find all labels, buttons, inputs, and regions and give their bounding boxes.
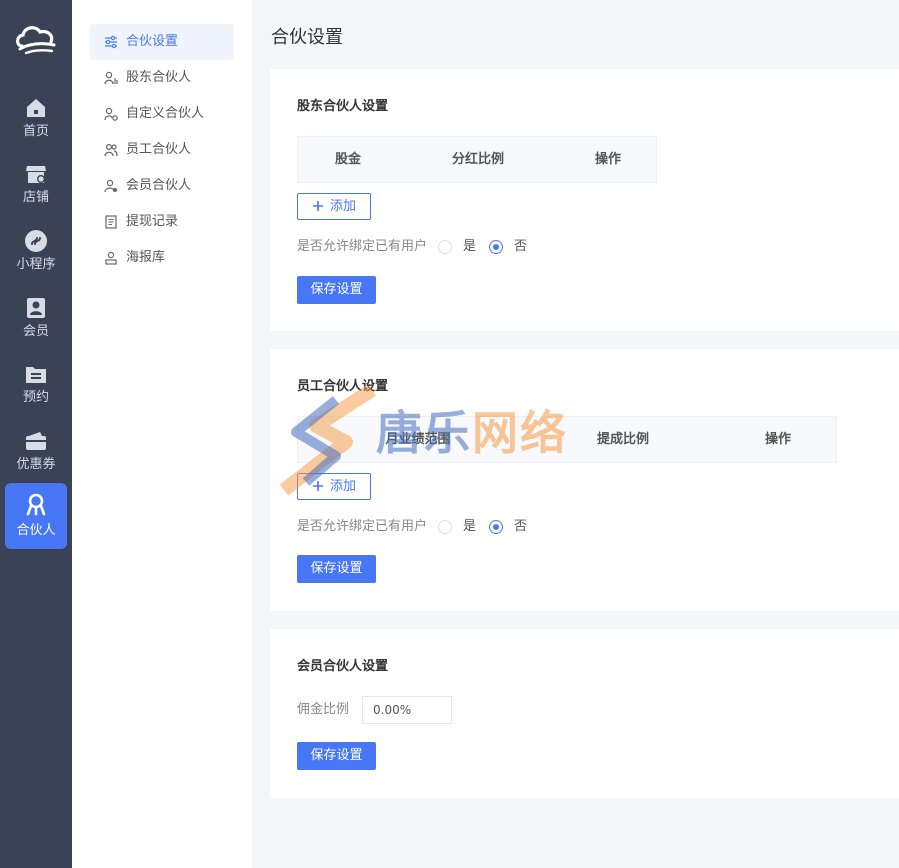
subnav-item-custom-partner[interactable]: 自定义合伙人: [90, 96, 234, 132]
radio-no[interactable]: [489, 520, 503, 534]
miniprogram-icon: [25, 230, 47, 252]
radio-yes-label: 是: [463, 239, 477, 254]
subnav-item-poster-library[interactable]: 海报库: [90, 240, 234, 276]
rail-item-partner[interactable]: 合伙人: [5, 483, 67, 549]
subnav-item-shareholder[interactable]: 股东合伙人: [90, 60, 234, 96]
rail-item-label: 首页: [22, 124, 49, 139]
staff-settings-card: 员工合伙人设置 月业绩范围 提成比例 操作 添加 是否允许绑定已有用户 是 否 …: [270, 349, 899, 611]
rail-item-coupon[interactable]: 优惠券: [5, 419, 67, 481]
shareholder-icon: [104, 71, 118, 85]
card-title: 股东合伙人设置: [297, 99, 389, 114]
save-shareholder-settings-button[interactable]: 保存设置: [297, 276, 376, 304]
column-header: 提成比例: [596, 432, 649, 447]
radio-yes[interactable]: [438, 240, 452, 254]
rail-item-booking[interactable]: 预约: [5, 352, 67, 414]
column-header: 操作: [764, 432, 791, 447]
save-member-settings-button[interactable]: 保存设置: [297, 742, 376, 770]
main-rail: 首页 店铺 小程序 会员 预约 优惠券 合伙人: [0, 0, 72, 868]
main-content: 合伙设置 股东合伙人设置 股金 分红比例 操作 添加 是否允许绑定已有用户 是 …: [252, 0, 899, 868]
column-header: 操作: [594, 152, 621, 167]
cloud-logo-icon[interactable]: [14, 22, 58, 56]
rail-item-label: 小程序: [16, 257, 56, 272]
card-title: 员工合伙人设置: [297, 379, 389, 394]
store-icon: [26, 166, 46, 183]
subnav-item-label: 海报库: [126, 250, 166, 265]
subnav-item-label: 合伙设置: [126, 34, 179, 49]
add-staff-button[interactable]: 添加: [297, 473, 371, 500]
subnav-item-label: 员工合伙人: [126, 142, 192, 157]
staff-icon: [104, 143, 118, 157]
rail-item-label: 会员: [22, 324, 49, 339]
subnav-item-label: 提现记录: [126, 214, 179, 229]
radio-no-label: 否: [514, 239, 528, 254]
commission-ratio-input[interactable]: [362, 696, 452, 724]
shareholder-settings-card: 股东合伙人设置 股金 分红比例 操作 添加 是否允许绑定已有用户 是 否 保存设…: [270, 69, 899, 331]
column-header: 月业绩范围: [385, 432, 451, 447]
staff-table-header: 月业绩范围 提成比例 操作: [297, 416, 837, 463]
subnav-item-label: 会员合伙人: [126, 178, 192, 193]
save-staff-settings-button[interactable]: 保存设置: [297, 555, 376, 583]
subnav-item-partner-settings[interactable]: 合伙设置: [90, 24, 234, 60]
bind-existing-user-label: 是否允许绑定已有用户: [297, 519, 428, 534]
subnav-item-label: 自定义合伙人: [126, 106, 205, 121]
radio-no-label: 否: [514, 519, 528, 534]
rail-item-label: 合伙人: [16, 523, 56, 538]
bind-existing-user-option: 是否允许绑定已有用户 是 否: [297, 517, 557, 537]
subnav-item-staff-partner[interactable]: 员工合伙人: [90, 132, 234, 168]
bind-existing-user-option: 是否允许绑定已有用户 是 否: [297, 237, 557, 257]
commission-ratio-label: 佣金比例: [297, 702, 350, 717]
rail-item-miniprogram[interactable]: 小程序: [5, 219, 67, 281]
column-header: 股金: [334, 152, 361, 167]
rail-item-label: 预约: [22, 390, 49, 405]
rail-item-member[interactable]: 会员: [5, 286, 67, 348]
shareholder-table-header: 股金 分红比例 操作: [297, 136, 657, 183]
add-button-label: 添加: [330, 479, 357, 494]
member-icon: [27, 298, 45, 318]
bind-existing-user-label: 是否允许绑定已有用户: [297, 239, 428, 254]
booking-icon: [26, 367, 46, 383]
add-button-label: 添加: [330, 199, 357, 214]
custom-partner-icon: [104, 107, 118, 121]
rail-item-label: 优惠券: [16, 457, 56, 472]
radio-yes-label: 是: [463, 519, 477, 534]
plus-icon: [313, 201, 323, 211]
coupon-icon: [26, 432, 46, 450]
member-settings-card: 会员合伙人设置 佣金比例 保存设置: [270, 629, 899, 798]
radio-yes[interactable]: [438, 520, 452, 534]
card-title: 会员合伙人设置: [297, 659, 389, 674]
document-icon: [105, 215, 117, 229]
sliders-icon: [105, 35, 117, 49]
sub-navigation: 合伙设置 股东合伙人 自定义合伙人 员工合伙人 会员合伙人 提现记录 海报库: [72, 0, 252, 868]
partner-icon: [26, 493, 46, 516]
column-header: 分红比例: [451, 152, 504, 167]
home-icon: [27, 99, 45, 117]
radio-no[interactable]: [489, 240, 503, 254]
poster-icon: [105, 251, 117, 265]
subnav-item-withdraw-records[interactable]: 提现记录: [90, 204, 234, 240]
rail-item-label: 店铺: [22, 190, 49, 205]
page-title: 合伙设置: [271, 27, 343, 48]
rail-item-home[interactable]: 首页: [5, 86, 67, 148]
rail-item-store[interactable]: 店铺: [5, 152, 67, 214]
member-partner-icon: [104, 179, 117, 193]
subnav-item-label: 股东合伙人: [126, 70, 192, 85]
plus-icon: [313, 481, 323, 491]
subnav-item-member-partner[interactable]: 会员合伙人: [90, 168, 234, 204]
add-shareholder-button[interactable]: 添加: [297, 193, 371, 220]
